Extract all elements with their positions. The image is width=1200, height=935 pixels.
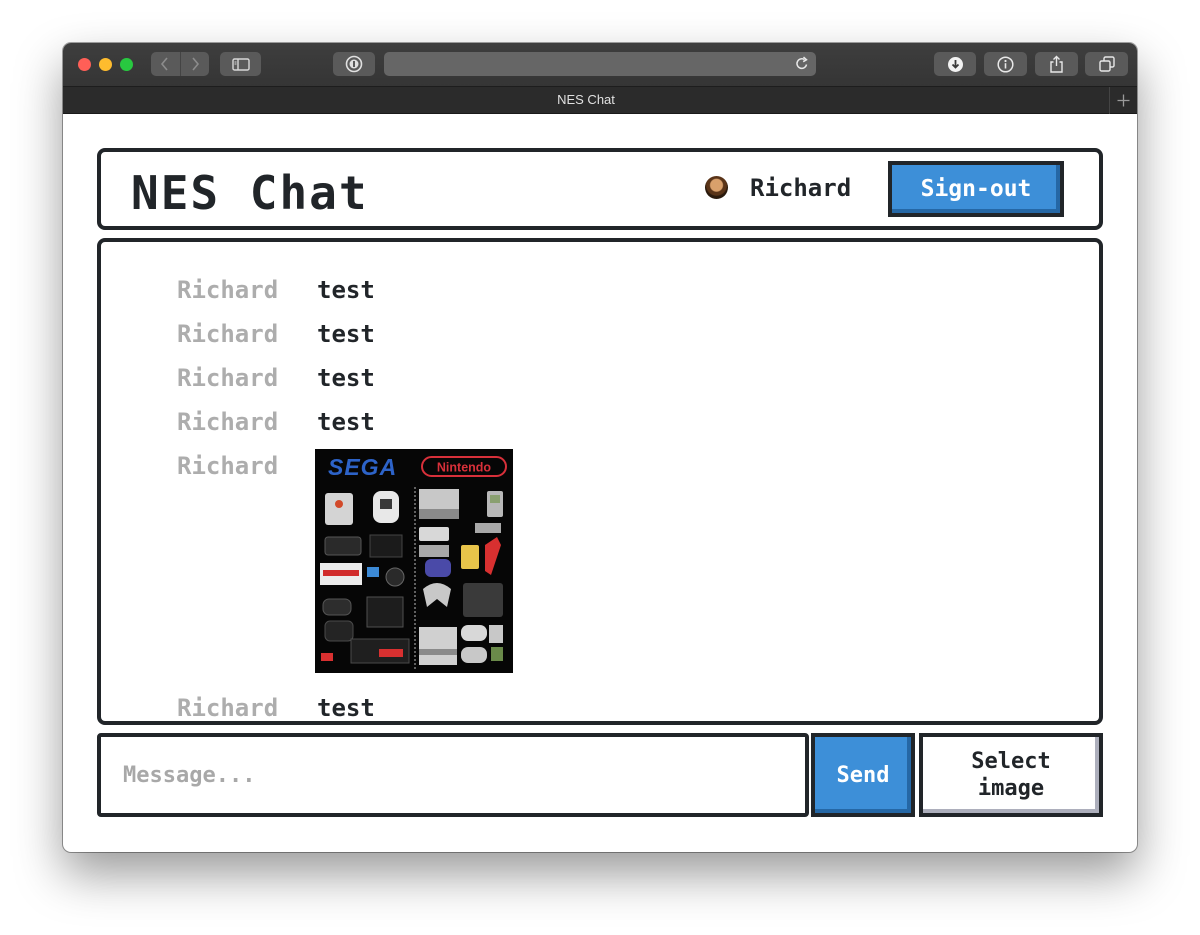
sega-logo-text: SEGA — [328, 454, 397, 480]
reload-icon[interactable] — [795, 56, 809, 75]
password-manager-button[interactable] — [333, 52, 375, 76]
forward-button[interactable] — [181, 52, 210, 76]
message-input[interactable] — [101, 737, 805, 813]
message-item: Richard test — [177, 694, 375, 721]
close-window-button[interactable] — [78, 58, 91, 71]
sidebar-button[interactable] — [220, 52, 261, 76]
history-nav — [151, 52, 209, 76]
messages-list[interactable]: Richard test Richard test Richard test R… — [101, 242, 1099, 721]
message-image[interactable]: SEGA Nintendo — [315, 449, 513, 673]
tab-nes-chat[interactable]: NES Chat — [63, 92, 1109, 107]
browser-window: NES Chat NES Chat Richard Sign-out Richa… — [63, 43, 1137, 852]
header-container: NES Chat Richard Sign-out — [97, 148, 1103, 230]
nintendo-logo-text: Nintendo — [437, 461, 492, 475]
minimize-window-button[interactable] — [99, 58, 112, 71]
message-item: Richard test — [177, 408, 375, 436]
message-text: test — [317, 320, 375, 348]
share-button[interactable] — [1035, 52, 1078, 76]
message-author: Richard — [177, 320, 279, 348]
chevron-right-icon — [192, 57, 199, 71]
sidebar-icon — [231, 57, 250, 71]
messages-container[interactable]: Richard test Richard test Richard test R… — [97, 238, 1103, 725]
tabs-overview-icon — [1098, 56, 1115, 72]
message-text: test — [317, 276, 375, 304]
share-icon — [1050, 55, 1063, 73]
plus-icon — [1117, 94, 1130, 107]
info-icon — [997, 55, 1014, 73]
tab-bar: NES Chat — [63, 86, 1137, 114]
select-image-button[interactable]: Select image — [919, 733, 1103, 817]
back-button[interactable] — [151, 52, 180, 76]
message-author: Richard — [177, 408, 279, 436]
avatar — [705, 176, 728, 199]
message-author: Richard — [177, 452, 279, 480]
message-item: Richard test — [177, 364, 375, 392]
message-input-container — [97, 733, 809, 817]
send-button[interactable]: Send — [811, 733, 915, 817]
consoles-poster-image: SEGA Nintendo — [315, 449, 513, 673]
sign-out-button[interactable]: Sign-out — [888, 161, 1064, 217]
chevron-left-icon — [161, 57, 168, 71]
message-author: Richard — [177, 694, 279, 721]
message-item: Richard — [177, 452, 317, 480]
downloads-button[interactable] — [934, 52, 976, 76]
info-button[interactable] — [984, 52, 1027, 76]
keyhole-icon — [345, 55, 363, 73]
browser-toolbar — [63, 43, 1137, 86]
page-title: NES Chat — [131, 166, 369, 220]
message-text: test — [317, 694, 375, 721]
current-username: Richard — [750, 174, 852, 202]
message-item: Richard test — [177, 320, 375, 348]
message-author: Richard — [177, 276, 279, 304]
message-text: test — [317, 364, 375, 392]
message-text: test — [317, 408, 375, 436]
new-tab-button[interactable] — [1109, 87, 1137, 114]
zoom-window-button[interactable] — [120, 58, 133, 71]
message-item: Richard test — [177, 276, 375, 304]
address-bar[interactable] — [384, 52, 816, 76]
message-author: Richard — [177, 364, 279, 392]
download-icon — [947, 56, 963, 72]
show-tabs-button[interactable] — [1085, 52, 1128, 76]
